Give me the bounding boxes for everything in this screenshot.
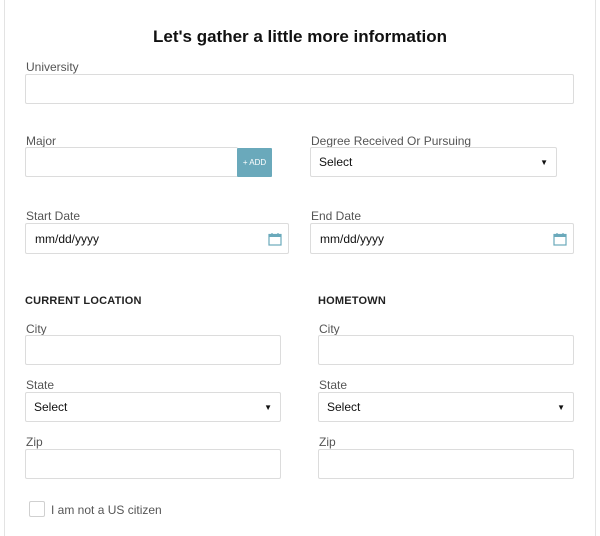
hometown-heading: HOMETOWN (318, 295, 387, 307)
hometown-city-input[interactable] (318, 335, 574, 365)
current-state-selected-value: Select (34, 400, 68, 414)
current-zip-input[interactable] (25, 449, 281, 479)
end-date-value: mm/dd/yyyy (320, 231, 385, 246)
start-date-label: Start Date (26, 209, 81, 223)
hometown-state-select[interactable]: Select ▼ (318, 392, 574, 422)
current-city-label: City (26, 322, 47, 336)
university-input[interactable] (25, 74, 574, 104)
major-input[interactable] (25, 147, 238, 177)
hometown-state-selected-value: Select (327, 400, 361, 414)
hometown-zip-input[interactable] (318, 449, 574, 479)
degree-selected-value: Select (319, 155, 353, 169)
start-date-input[interactable]: mm/dd/yyyy (25, 223, 289, 254)
current-zip-label: Zip (26, 435, 43, 449)
caret-down-icon: ▼ (557, 402, 565, 412)
hometown-zip-label: Zip (319, 435, 336, 449)
current-state-select[interactable]: Select ▼ (25, 392, 281, 422)
calendar-icon[interactable] (268, 232, 282, 246)
caret-down-icon: ▼ (264, 402, 272, 412)
current-state-label: State (26, 378, 55, 392)
add-major-button[interactable]: + ADD (237, 148, 272, 177)
current-city-input[interactable] (25, 335, 281, 365)
degree-select[interactable]: Select ▼ (310, 147, 557, 177)
degree-label: Degree Received Or Pursuing (311, 134, 472, 148)
not-us-citizen-checkbox[interactable] (29, 501, 45, 517)
hometown-city-label: City (319, 322, 340, 336)
current-location-heading: CURRENT LOCATION (25, 295, 142, 307)
start-date-value: mm/dd/yyyy (35, 231, 100, 246)
caret-down-icon: ▼ (540, 157, 548, 167)
major-label: Major (26, 134, 57, 148)
university-label: University (26, 60, 79, 74)
page-title: Let's gather a little more information (152, 27, 448, 46)
end-date-label: End Date (311, 209, 362, 223)
end-date-input[interactable]: mm/dd/yyyy (310, 223, 574, 254)
hometown-state-label: State (319, 378, 348, 392)
calendar-icon[interactable] (553, 232, 567, 246)
not-us-citizen-label[interactable]: I am not a US citizen (51, 503, 162, 517)
